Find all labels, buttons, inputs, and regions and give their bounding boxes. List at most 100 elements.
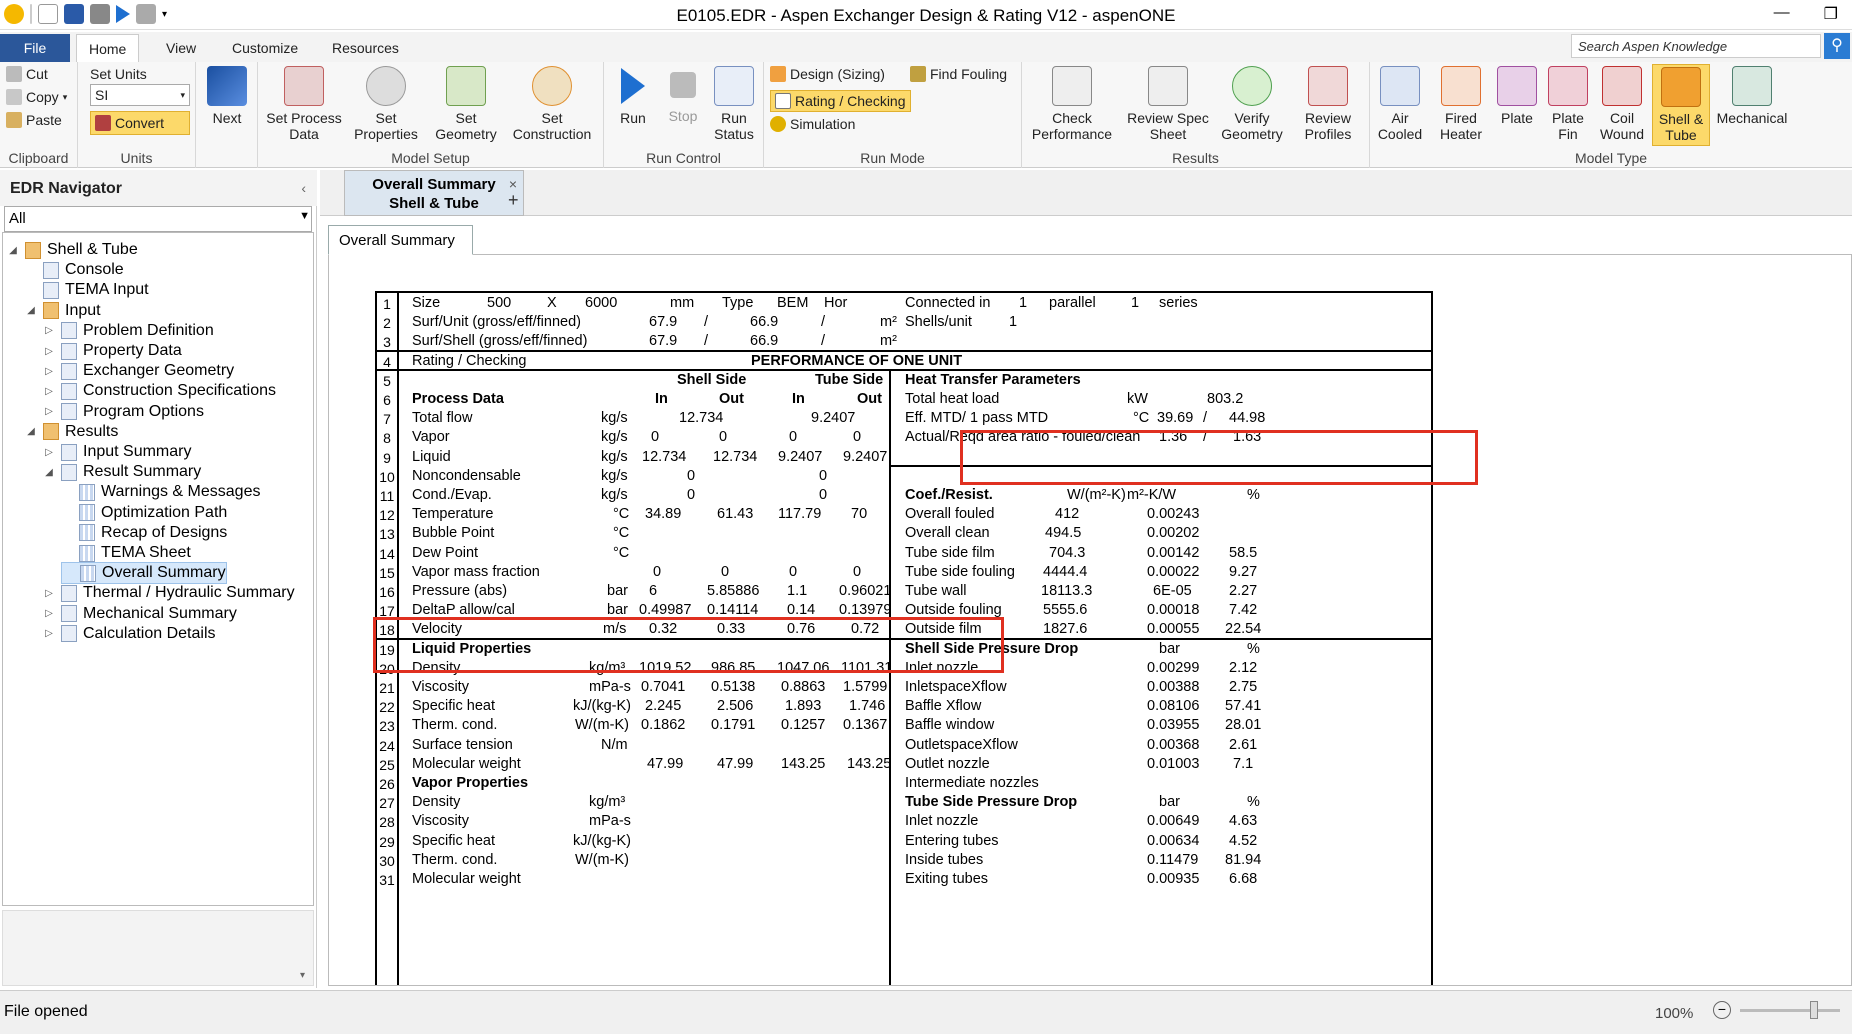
sheet-cell: 44.98 [1229, 410, 1266, 427]
verify-geometry-button[interactable]: Verify Geometry [1214, 64, 1290, 142]
expand-arrow-icon[interactable]: ▷ [43, 608, 55, 619]
search-icon[interactable]: ⚲ [1824, 33, 1850, 59]
shell-tube-button[interactable]: Shell & Tube [1652, 64, 1710, 146]
coil-wound-button[interactable]: Coil Wound [1594, 64, 1650, 142]
set-geometry-label: Set Geometry [435, 110, 497, 142]
group-model-type: Air Cooled Fired Heater Plate Plate Fin … [1370, 62, 1852, 168]
tab-home[interactable]: Home [76, 34, 140, 62]
cut-button[interactable]: Cut [6, 66, 48, 82]
expand-arrow-icon[interactable]: ◢ [25, 305, 37, 316]
scroll-down-icon[interactable]: ▾ [300, 970, 305, 981]
subtab-overall-summary[interactable]: Overall Summary [328, 225, 473, 255]
tree-item[interactable]: Overall Summary [61, 562, 227, 585]
set-properties-button[interactable]: Set Properties [346, 64, 426, 142]
expand-arrow-icon[interactable]: ◢ [43, 467, 55, 478]
tree-item[interactable]: Console [25, 259, 124, 281]
tab-overall-summary[interactable]: Overall Summary Shell & Tube × [344, 170, 524, 216]
design-sizing-button[interactable]: Design (Sizing) [770, 66, 885, 82]
simulation-button[interactable]: Simulation [770, 116, 855, 132]
tree-item[interactable]: ▷ Exchanger Geometry [43, 360, 234, 382]
tree-item[interactable]: Recap of Designs [61, 522, 227, 544]
minimize-button[interactable]: — [1774, 4, 1790, 24]
sheet-cell: 9.27 [1229, 563, 1258, 580]
rating-checking-button[interactable]: Rating / Checking [770, 90, 911, 112]
restore-button[interactable]: ❐ [1824, 4, 1838, 24]
plate-fin-button[interactable]: Plate Fin [1542, 64, 1594, 142]
add-tab-icon[interactable]: + [508, 190, 519, 211]
zoom-slider[interactable] [1740, 1009, 1840, 1012]
expand-arrow-icon[interactable]: ◢ [7, 245, 19, 256]
tree-item[interactable]: ◢ Shell & Tube [7, 239, 138, 261]
group-label-run-mode: Run Mode [860, 150, 925, 166]
expand-arrow-icon[interactable]: ▷ [43, 588, 55, 599]
document-tab-strip: Overall Summary Shell & Tube × [320, 170, 1852, 216]
zoom-out-icon[interactable]: − [1713, 1001, 1731, 1019]
sheet-cell: kW [1127, 391, 1148, 407]
tab-file[interactable]: File [0, 34, 70, 62]
tree-item[interactable]: TEMA Input [25, 279, 149, 301]
find-fouling-button[interactable]: Find Fouling [910, 66, 1007, 82]
tree-item[interactable]: Warnings & Messages [61, 481, 260, 503]
stop-button[interactable]: Stop [658, 64, 708, 124]
expand-arrow-icon[interactable]: ▷ [43, 406, 55, 417]
tree-item[interactable]: ◢ Results [25, 421, 118, 443]
tree-item[interactable]: ◢ Input [25, 300, 101, 322]
row-number: 23 [379, 718, 395, 735]
tab-resources[interactable]: Resources [320, 34, 411, 62]
tree-item[interactable]: TEMA Sheet [61, 542, 191, 564]
tree-item[interactable]: ◢ Result Summary [43, 461, 201, 483]
units-select[interactable]: SI ▾ [90, 84, 190, 106]
zoom-slider-thumb[interactable] [1810, 1001, 1818, 1019]
fired-heater-button[interactable]: Fired Heater [1430, 64, 1492, 142]
tree-item[interactable]: ▷ Thermal / Hydraulic Summary [43, 582, 295, 604]
search-input[interactable]: Search Aspen Knowledge [1571, 34, 1821, 58]
collapse-icon[interactable]: ‹ [301, 180, 306, 196]
tree-item-label: Construction Specifications [83, 382, 276, 400]
set-geometry-button[interactable]: Set Geometry [426, 64, 506, 142]
tree-item[interactable]: ▷ Input Summary [43, 441, 191, 463]
group-label-model-setup: Model Setup [391, 150, 470, 166]
tree-item[interactable]: ▷ Property Data [43, 340, 182, 362]
next-button[interactable]: Next [202, 64, 252, 126]
navigator-filter-select[interactable]: All [4, 206, 312, 232]
convert-button[interactable]: Convert [90, 111, 190, 135]
tree-item[interactable]: Optimization Path [61, 502, 227, 524]
expand-arrow-icon[interactable]: ◢ [25, 426, 37, 437]
check-performance-button[interactable]: Check Performance [1022, 64, 1122, 142]
copy-button[interactable]: Copy ▾ [6, 89, 67, 105]
tree-item[interactable]: ▷ Calculation Details [43, 623, 216, 645]
review-profiles-button[interactable]: Review Profiles [1290, 64, 1366, 142]
sheet-cell: Tube Side Pressure Drop [905, 794, 1078, 811]
mechanical-button[interactable]: Mechanical [1712, 64, 1792, 126]
expand-arrow-icon[interactable]: ▷ [43, 366, 55, 377]
tab-view[interactable]: View [154, 34, 208, 62]
tree-item-label: Problem Definition [83, 321, 214, 339]
set-process-data-button[interactable]: Set Process Data [262, 64, 346, 142]
tab-customize[interactable]: Customize [220, 34, 310, 62]
run-status-button[interactable]: Run Status [708, 64, 760, 142]
expand-arrow-icon[interactable]: ▷ [43, 447, 55, 458]
sheet-cell: 2.61 [1229, 736, 1258, 753]
tree-item[interactable]: ▷ Problem Definition [43, 320, 214, 342]
plate-button[interactable]: Plate [1492, 64, 1542, 126]
run-button[interactable]: Run [608, 64, 658, 126]
set-construction-button[interactable]: Set Construction [506, 64, 598, 142]
cut-label: Cut [26, 66, 48, 82]
sheet-cell: 0.00649 [1147, 813, 1200, 830]
tree-item[interactable]: ▷ Mechanical Summary [43, 603, 237, 625]
expand-arrow-icon[interactable]: ▷ [43, 325, 55, 336]
sheet-cell: Vapor [412, 429, 450, 446]
tree-item[interactable]: ▷ Program Options [43, 401, 204, 423]
sheet-cell: Exiting tubes [905, 871, 989, 887]
doc-icon [61, 322, 77, 340]
expand-arrow-icon[interactable]: ▷ [43, 386, 55, 397]
review-spec-sheet-button[interactable]: Review Spec Sheet [1122, 64, 1214, 142]
sheet-cell: 0.00055 [1147, 621, 1200, 638]
air-cooled-button[interactable]: Air Cooled [1370, 64, 1430, 142]
paste-button[interactable]: Paste [6, 112, 62, 128]
sheet-cell: Pressure (abs) [412, 583, 508, 599]
tree-item[interactable]: ▷ Construction Specifications [43, 380, 276, 402]
expand-arrow-icon[interactable]: ▷ [43, 628, 55, 639]
expand-arrow-icon[interactable]: ▷ [43, 346, 55, 357]
chevron-down-icon[interactable]: ▼ [299, 210, 310, 222]
